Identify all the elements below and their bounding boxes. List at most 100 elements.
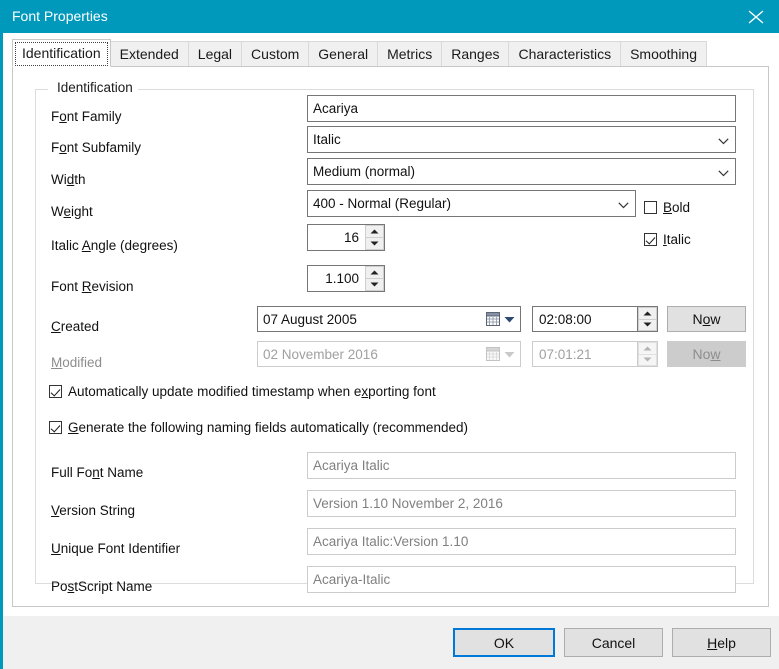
cancel-label: Cancel (591, 634, 636, 651)
modified-label: Modified (51, 355, 103, 370)
italic-angle-value: 16 (343, 230, 359, 245)
chevron-down-icon (718, 169, 729, 176)
calendar-glyph (486, 346, 500, 361)
tab-panel-identification: Identification Font Family Acariya Font … (12, 66, 769, 607)
created-label: Created (51, 319, 100, 334)
version-string-input[interactable]: Version 1.10 November 2, 2016 (307, 490, 736, 517)
tab-custom[interactable]: Custom (241, 41, 310, 67)
cancel-button[interactable]: Cancel (564, 628, 663, 657)
chevron-down-icon (504, 351, 515, 357)
spinner-down-icon[interactable] (638, 318, 657, 331)
font-family-input[interactable]: Acariya (307, 95, 736, 122)
calendar-icon (486, 346, 516, 362)
font-subfamily-value: Italic (313, 132, 341, 147)
full-font-name-value: Acariya Italic (313, 458, 390, 473)
chevron-down-icon (618, 201, 629, 208)
close-icon[interactable] (733, 0, 779, 33)
calendar-glyph (486, 311, 500, 326)
spinner-down-icon[interactable] (365, 278, 384, 291)
tab-label: Legal (197, 46, 233, 62)
font-properties-dialog: Font Properties Identification Extended … (0, 0, 779, 669)
italic-checkbox[interactable]: Italic (644, 232, 691, 247)
spinner-down-icon[interactable] (365, 237, 384, 250)
ok-button[interactable]: OK (453, 628, 555, 657)
tab-characteristics[interactable]: Characteristics (508, 41, 622, 67)
tab-label: Metrics (387, 46, 433, 62)
chevron-down-icon (504, 316, 515, 322)
modified-time-spinbox: 07:01:21 (532, 341, 658, 367)
created-time-spinner[interactable] (637, 307, 657, 331)
font-revision-spinbox[interactable]: 1.100 (307, 265, 385, 292)
full-font-name-label: Full Font Name (51, 465, 144, 480)
unique-font-identifier-label: Unique Font Identifier (51, 541, 181, 556)
now-label: Now (692, 346, 721, 362)
unique-font-identifier-input[interactable]: Acariya Italic:Version 1.10 (307, 528, 736, 555)
tab-smoothing[interactable]: Smoothing (620, 41, 708, 67)
tab-legal[interactable]: Legal (187, 41, 243, 67)
tab-label: Extended (119, 46, 179, 62)
tab-label: Identification (22, 45, 101, 61)
tab-label: Smoothing (630, 46, 698, 62)
width-value: Medium (normal) (313, 164, 416, 179)
width-combo[interactable]: Medium (normal) (307, 158, 736, 185)
dialog-button-bar: OK Cancel Help (3, 616, 779, 669)
spinner-up-icon[interactable] (365, 225, 384, 237)
checkbox-box (49, 385, 62, 398)
font-revision-value: 1.100 (325, 271, 359, 286)
font-subfamily-label: Font Subfamily (51, 140, 142, 155)
weight-combo[interactable]: 400 - Normal (Regular) (307, 190, 636, 217)
spinner-up-icon[interactable] (365, 266, 384, 278)
spinner-down-icon (638, 353, 657, 366)
italic-angle-label: Italic Angle (degrees) (51, 238, 178, 253)
version-string-label: Version String (51, 503, 136, 518)
tab-label: Characteristics (518, 46, 612, 62)
tab-label: Ranges (451, 46, 500, 62)
created-date-input[interactable]: 07 August 2005 (257, 306, 521, 332)
tab-ranges[interactable]: Ranges (441, 41, 510, 67)
font-revision-spinner[interactable] (365, 266, 384, 291)
created-time-spinbox[interactable]: 02:08:00 (532, 306, 658, 332)
spinner-up-icon[interactable] (638, 307, 657, 319)
spinner-up-icon (638, 342, 657, 354)
width-label: Width (51, 172, 86, 187)
group-legend: Identification (52, 80, 138, 95)
tab-extended[interactable]: Extended (109, 41, 189, 67)
group-border-left (36, 89, 48, 90)
close-glyph (748, 10, 764, 24)
font-family-value: Acariya (313, 101, 359, 116)
bold-checkbox[interactable]: Bold (644, 200, 690, 215)
version-string-value: Version 1.10 November 2, 2016 (313, 496, 503, 511)
calendar-icon[interactable] (486, 311, 516, 327)
italic-angle-spinner[interactable] (365, 225, 384, 250)
tab-label: General (318, 46, 369, 62)
postscript-name-label: PostScript Name (51, 579, 153, 594)
postscript-name-input[interactable]: Acariya-Italic (307, 566, 736, 593)
created-date-value: 07 August 2005 (263, 311, 357, 327)
auto-update-modified-label: Automatically update modified timestamp … (68, 384, 436, 399)
now-label: Now (692, 311, 721, 327)
ok-label: OK (493, 634, 515, 651)
italic-angle-spinbox[interactable]: 16 (307, 224, 385, 251)
checkbox-box (644, 201, 657, 214)
full-font-name-input[interactable]: Acariya Italic (307, 452, 736, 479)
weight-value: 400 - Normal (Regular) (313, 196, 452, 211)
created-now-button[interactable]: Now (667, 306, 746, 332)
group-border-right (131, 89, 753, 90)
generate-naming-label: Generate the following naming fields aut… (68, 420, 468, 435)
help-label: Help (707, 634, 736, 651)
tab-metrics[interactable]: Metrics (377, 41, 443, 67)
italic-label: Italic (663, 232, 691, 247)
checkbox-box (49, 421, 62, 434)
tab-label: Custom (251, 46, 300, 62)
font-family-label: Font Family (51, 109, 122, 124)
auto-update-modified-checkbox[interactable]: Automatically update modified timestamp … (49, 384, 436, 399)
window-title: Font Properties (12, 8, 108, 24)
font-subfamily-combo[interactable]: Italic (307, 126, 736, 153)
tab-identification[interactable]: Identification (12, 39, 111, 67)
font-revision-label: Font Revision (51, 279, 134, 294)
generate-naming-checkbox[interactable]: Generate the following naming fields aut… (49, 420, 468, 435)
checkbox-box (644, 233, 657, 246)
tab-general[interactable]: General (308, 41, 379, 67)
help-button[interactable]: Help (672, 628, 771, 657)
weight-label: Weight (51, 204, 93, 219)
